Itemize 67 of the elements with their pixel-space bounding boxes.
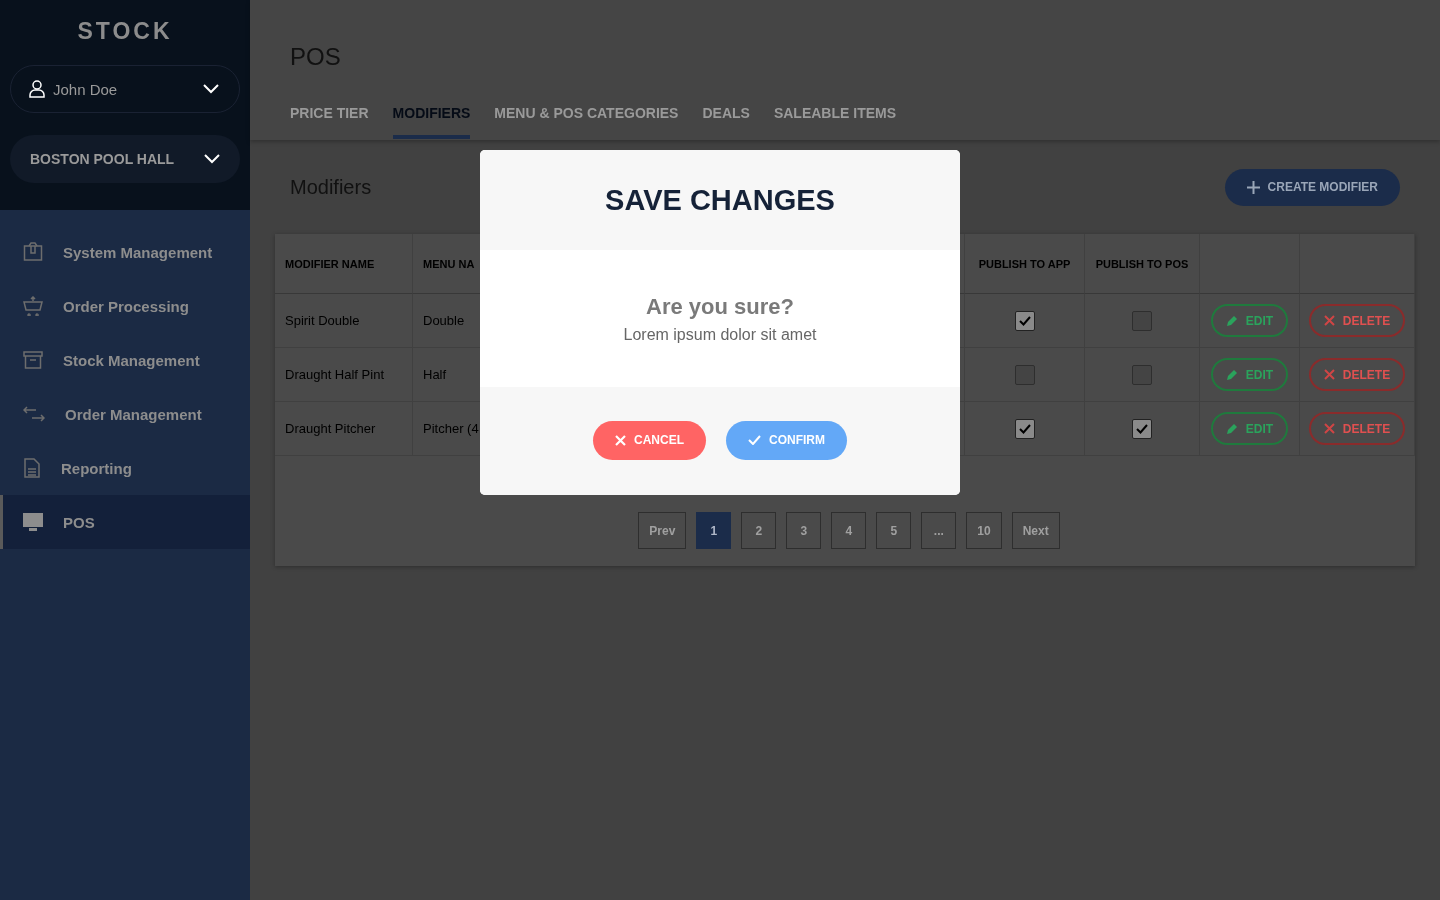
pencil-icon bbox=[1225, 422, 1238, 435]
chevron-down-icon bbox=[203, 84, 219, 94]
page-button[interactable]: 10 bbox=[966, 512, 1002, 549]
page-button[interactable]: 5 bbox=[876, 512, 912, 549]
checkbox[interactable] bbox=[1014, 418, 1035, 439]
close-icon bbox=[615, 434, 626, 446]
edit-button[interactable]: EDIT bbox=[1210, 358, 1289, 391]
edit-button[interactable]: EDIT bbox=[1210, 412, 1289, 445]
tab[interactable]: MENU & POS CATEGORIES bbox=[494, 105, 679, 139]
venue-dropdown[interactable]: BOSTON POOL HALL bbox=[10, 135, 240, 183]
checkbox[interactable] bbox=[1014, 364, 1035, 385]
page-button[interactable]: Next bbox=[1011, 512, 1060, 549]
sidebar-item[interactable]: Stock Management bbox=[0, 333, 250, 387]
delete-button[interactable]: DELETE bbox=[1308, 358, 1406, 391]
page-button[interactable]: ... bbox=[921, 512, 957, 549]
confirm-button[interactable]: CONFIRM bbox=[726, 420, 847, 460]
archive-box-icon bbox=[23, 350, 43, 370]
dialog-question: Are you sure? bbox=[646, 293, 794, 320]
table-cell: Spirit Double bbox=[275, 294, 413, 348]
plus-icon bbox=[1246, 180, 1260, 194]
sidebar-item[interactable]: Order Management bbox=[0, 387, 250, 441]
check-icon bbox=[1018, 315, 1031, 326]
sidebar-item[interactable]: Reporting bbox=[0, 441, 250, 495]
page-button[interactable]: 1 bbox=[696, 512, 732, 549]
logo: STOCK bbox=[76, 18, 174, 45]
swap-arrows-icon bbox=[23, 405, 45, 423]
user-icon bbox=[29, 80, 45, 98]
dialog-title: SAVE CHANGES bbox=[605, 183, 835, 217]
close-icon bbox=[1323, 423, 1335, 434]
checkbox[interactable] bbox=[1132, 418, 1152, 439]
close-icon bbox=[1323, 369, 1335, 380]
table-cell: Draught Half Pint bbox=[275, 348, 413, 402]
delete-button[interactable]: DELETE bbox=[1308, 412, 1406, 445]
monitor-icon bbox=[23, 513, 43, 531]
chevron-down-icon bbox=[204, 154, 220, 164]
tab[interactable]: PRICE TIER bbox=[290, 105, 369, 139]
page-button[interactable]: 4 bbox=[831, 512, 867, 549]
tab[interactable]: MODIFIERS bbox=[392, 105, 471, 139]
checkbox[interactable] bbox=[1132, 310, 1152, 331]
package-icon bbox=[23, 242, 43, 262]
page-button[interactable]: Prev bbox=[638, 512, 687, 549]
pencil-icon bbox=[1225, 314, 1238, 327]
checkbox[interactable] bbox=[1014, 310, 1035, 331]
delete-button[interactable]: DELETE bbox=[1308, 304, 1406, 337]
cart-icon bbox=[23, 296, 43, 316]
sidebar-item[interactable]: POS bbox=[0, 495, 250, 549]
create-modifier-button[interactable]: CREATE MODIFIER bbox=[1224, 168, 1400, 206]
page-button[interactable]: 3 bbox=[786, 512, 822, 549]
tab[interactable]: SALEABLE ITEMS bbox=[773, 105, 897, 139]
check-icon bbox=[748, 435, 761, 445]
sidebar-item[interactable]: Order Processing bbox=[0, 279, 250, 333]
close-icon bbox=[1323, 315, 1335, 326]
checkbox[interactable] bbox=[1132, 364, 1152, 385]
page-button[interactable]: 2 bbox=[741, 512, 777, 549]
column-header: PUBLISH TO POS bbox=[1085, 234, 1200, 294]
column-header: PUBLISH TO APP bbox=[965, 234, 1085, 294]
document-icon bbox=[23, 458, 41, 478]
tab[interactable]: DEALS bbox=[702, 105, 750, 139]
sidebar-item[interactable]: System Management bbox=[0, 225, 250, 279]
column-header: MODIFIER NAME bbox=[275, 234, 413, 294]
check-icon bbox=[1136, 423, 1148, 434]
dialog-message: Lorem ipsum dolor sit amet bbox=[623, 325, 817, 344]
check-icon bbox=[1018, 423, 1031, 434]
table-cell: Draught Pitcher bbox=[275, 402, 413, 456]
edit-button[interactable]: EDIT bbox=[1210, 304, 1289, 337]
pencil-icon bbox=[1225, 368, 1238, 381]
cancel-button[interactable]: CANCEL bbox=[593, 420, 706, 460]
